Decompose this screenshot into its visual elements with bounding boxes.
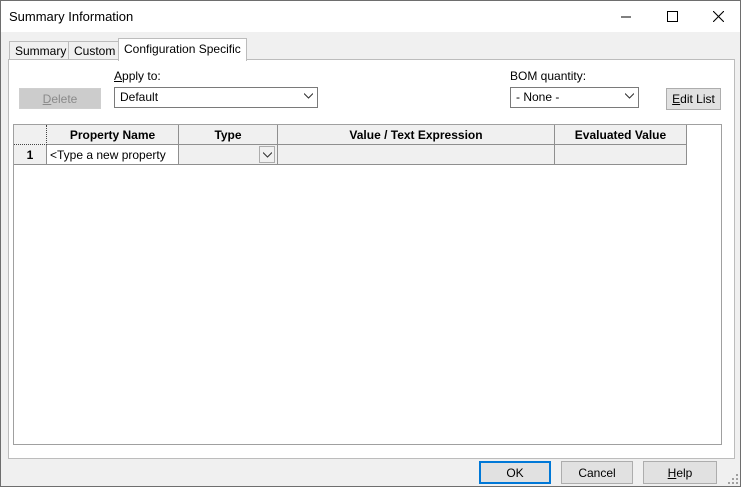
close-icon (712, 11, 724, 22)
summary-information-dialog: Summary Information Summary Custom Confi… (0, 0, 741, 487)
ok-button[interactable]: OK (479, 461, 551, 484)
delete-button[interactable]: Delete (19, 88, 101, 109)
edit-list-mnemonic: E (672, 92, 681, 106)
cancel-button-label: Cancel (578, 465, 616, 480)
grid-corner-cell[interactable] (14, 125, 47, 145)
evaluated-value-cell (555, 145, 687, 165)
property-name-cell[interactable]: <Type a new property (47, 145, 179, 165)
column-header-type[interactable]: Type (179, 125, 278, 145)
value-text-expression-cell[interactable] (278, 145, 555, 165)
help-button-label: Help (668, 466, 693, 480)
bom-quantity-value: - None - (516, 90, 560, 104)
maximize-icon (666, 11, 678, 22)
minimize-button[interactable] (603, 1, 649, 32)
help-button[interactable]: Help (643, 461, 717, 484)
bom-quantity-label: BOM quantity: (510, 69, 587, 83)
apply-to-label: Apply to: (114, 69, 161, 83)
maximize-button[interactable] (649, 1, 695, 32)
title-bar: Summary Information (1, 1, 740, 32)
tab-summary[interactable]: Summary (9, 41, 73, 60)
type-dropdown-button[interactable] (259, 146, 275, 163)
bom-quantity-select[interactable]: - None - (510, 87, 639, 108)
tab-custom-label: Custom (74, 44, 116, 58)
delete-label-rest: elete (51, 91, 78, 106)
apply-to-value: Default (120, 90, 159, 104)
type-cell[interactable] (179, 145, 278, 165)
tab-configuration-specific[interactable]: Configuration Specific (118, 38, 247, 61)
property-grid: Property Name Type Value / Text Expressi… (13, 124, 722, 445)
tab-summary-label: Summary (15, 44, 67, 58)
edit-list-button-label: Edit List (672, 92, 715, 106)
tab-configuration-specific-label: Configuration Specific (124, 42, 241, 56)
apply-to-mnemonic: A (114, 69, 123, 83)
tab-strip: Summary Custom Configuration Specific (1, 32, 740, 61)
apply-to-label-rest: pply to: (122, 69, 161, 83)
delete-mnemonic: D (42, 91, 52, 106)
edit-list-label-rest: dit List (680, 92, 715, 106)
cancel-button[interactable]: Cancel (561, 461, 633, 484)
close-button[interactable] (695, 1, 741, 32)
minimize-icon (621, 16, 631, 17)
column-header-evaluated-value[interactable]: Evaluated Value (555, 125, 687, 145)
resize-grip-icon[interactable] (727, 473, 739, 485)
chevron-down-icon (625, 93, 634, 99)
chevron-down-icon (263, 152, 272, 158)
chevron-down-icon (304, 93, 313, 99)
column-header-value-text-expression[interactable]: Value / Text Expression (278, 125, 555, 145)
help-label-rest: elp (676, 465, 693, 480)
delete-button-label: Delete (43, 92, 78, 106)
tab-custom[interactable]: Custom (68, 41, 122, 60)
row-number[interactable]: 1 (14, 145, 47, 165)
edit-list-button[interactable]: Edit List (666, 88, 721, 110)
column-header-property-name[interactable]: Property Name (47, 125, 179, 145)
ok-button-label: OK (506, 465, 524, 480)
window-title: Summary Information (9, 9, 134, 24)
apply-to-select[interactable]: Default (114, 87, 318, 108)
